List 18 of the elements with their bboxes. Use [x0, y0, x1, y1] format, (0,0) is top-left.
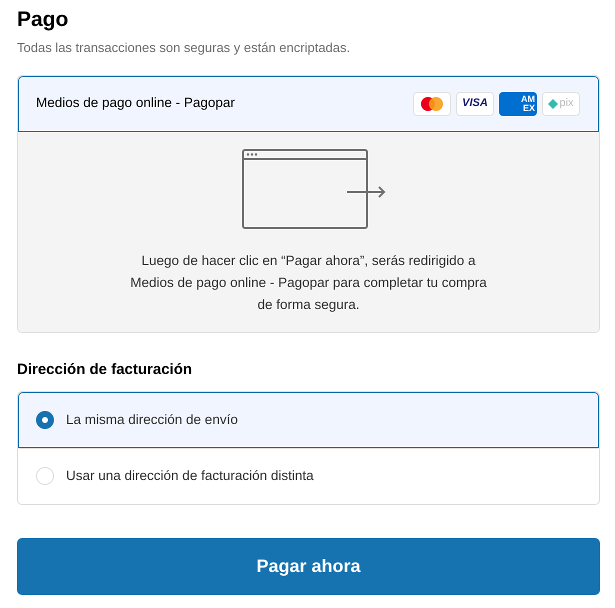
subtitle: Todas las transacciones son seguras y están encriptadas. [17, 39, 352, 57]
radio-button[interactable] [36, 411, 54, 429]
browser-redirect-icon [242, 148, 388, 230]
payment-method-header[interactable]: Medios de pago online - Pagopar VISA AM EX pix [18, 76, 599, 132]
page-title: Pago [17, 7, 70, 33]
visa-logo: VISA [456, 92, 494, 116]
billing-option[interactable]: Usar una dirección de facturación distinta [18, 448, 599, 504]
amex-logo: AM EX [499, 92, 537, 116]
pix-logo: pix [542, 92, 580, 116]
pay-now-button[interactable]: Pagar ahora [17, 538, 600, 595]
option-label: La misma dirección de envío [66, 410, 238, 429]
payment-method-label: Medios de pago online - Pagopar [36, 94, 235, 112]
billing-option[interactable]: La misma dirección de envío [18, 392, 599, 448]
billing-heading: Dirección de facturación [17, 360, 194, 380]
mastercard-logo [413, 92, 451, 116]
radio-button[interactable] [36, 467, 54, 485]
redirect-message: Luego de hacer clic en “Pagar ahora”, serás redirigido a Medios de pago online - Pagopar para completar tu compra de forma segura. [129, 252, 488, 314]
option-label: Usar una dirección de facturación distinta [66, 466, 314, 485]
